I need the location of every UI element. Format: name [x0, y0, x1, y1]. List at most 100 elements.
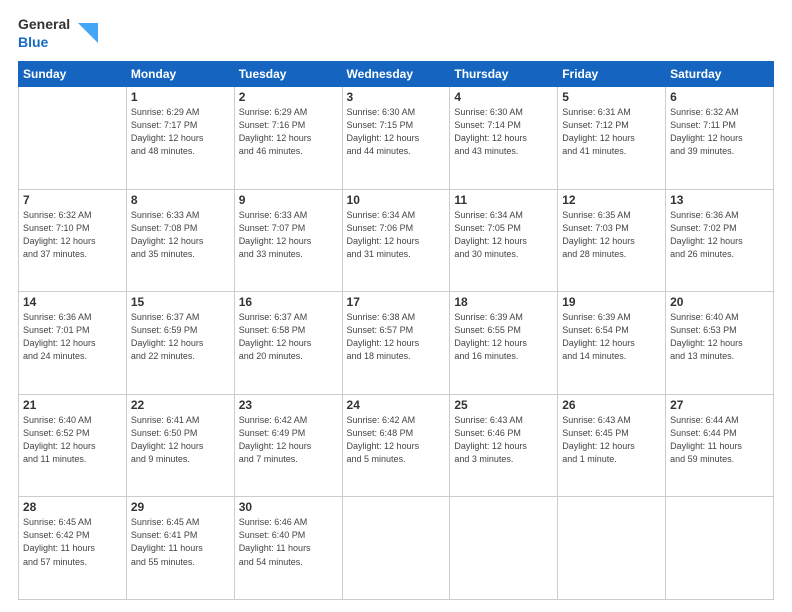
- weekday-header: Monday: [126, 62, 234, 87]
- day-info: Sunrise: 6:43 AM Sunset: 6:45 PM Dayligh…: [562, 414, 661, 466]
- calendar-cell: 22Sunrise: 6:41 AM Sunset: 6:50 PM Dayli…: [126, 394, 234, 497]
- day-number: 6: [670, 90, 769, 104]
- calendar-week-row: 28 Sunrise: 6:45 AM Sunset: 6:42 PM Dayli…: [19, 497, 774, 600]
- weekday-header: Sunday: [19, 62, 127, 87]
- logo-line1: General: [18, 16, 70, 34]
- day-number: 23: [239, 398, 338, 412]
- logo-line2: Blue: [18, 34, 48, 52]
- calendar-cell: 6 Sunrise: 6:32 AM Sunset: 7:11 PM Daylig…: [666, 87, 774, 190]
- header: General Blue: [18, 16, 774, 51]
- calendar-cell: 3 Sunrise: 6:30 AM Sunset: 7:15 PM Daylig…: [342, 87, 450, 190]
- calendar-cell: 24 Sunrise: 6:42 AM Sunset: 6:48 PM Dayli…: [342, 394, 450, 497]
- day-number: 27: [670, 398, 769, 412]
- calendar-table: SundayMondayTuesdayWednesdayThursdayFrid…: [18, 61, 774, 600]
- calendar-cell: [19, 87, 127, 190]
- calendar-cell: 4 Sunrise: 6:30 AM Sunset: 7:14 PM Daylig…: [450, 87, 558, 190]
- day-number: 14: [23, 295, 122, 309]
- day-info: Sunrise: 6:36 AM Sunset: 7:02 PM Dayligh…: [670, 209, 769, 261]
- calendar-cell: [450, 497, 558, 600]
- day-info: Sunrise: 6:40 AM Sunset: 6:52 PM Dayligh…: [23, 414, 122, 466]
- day-info: Sunrise: 6:45 AM Sunset: 6:42 PM Dayligh…: [23, 516, 122, 568]
- calendar-cell: 8 Sunrise: 6:33 AM Sunset: 7:08 PM Daylig…: [126, 189, 234, 292]
- day-number: 19: [562, 295, 661, 309]
- day-number: 11: [454, 193, 553, 207]
- calendar-cell: 27 Sunrise: 6:44 AM Sunset: 6:44 PM Dayli…: [666, 394, 774, 497]
- calendar-cell: 2 Sunrise: 6:29 AM Sunset: 7:16 PM Daylig…: [234, 87, 342, 190]
- day-info: Sunrise: 6:30 AM Sunset: 7:14 PM Dayligh…: [454, 106, 553, 158]
- day-info: Sunrise: 6:29 AM Sunset: 7:17 PM Dayligh…: [131, 106, 230, 158]
- calendar-cell: 13 Sunrise: 6:36 AM Sunset: 7:02 PM Dayli…: [666, 189, 774, 292]
- calendar-cell: 19 Sunrise: 6:39 AM Sunset: 6:54 PM Dayli…: [558, 292, 666, 395]
- day-info: Sunrise: 6:34 AM Sunset: 7:05 PM Dayligh…: [454, 209, 553, 261]
- day-number: 2: [239, 90, 338, 104]
- calendar-cell: 11 Sunrise: 6:34 AM Sunset: 7:05 PM Dayli…: [450, 189, 558, 292]
- calendar-cell: 16 Sunrise: 6:37 AM Sunset: 6:58 PM Dayli…: [234, 292, 342, 395]
- calendar-cell: [342, 497, 450, 600]
- calendar-cell: [666, 497, 774, 600]
- calendar-cell: 29Sunrise: 6:45 AM Sunset: 6:41 PM Dayli…: [126, 497, 234, 600]
- day-number: 20: [670, 295, 769, 309]
- day-number: 30: [239, 500, 338, 514]
- day-number: 28: [23, 500, 122, 514]
- weekday-header: Wednesday: [342, 62, 450, 87]
- weekday-header: Tuesday: [234, 62, 342, 87]
- day-info: Sunrise: 6:29 AM Sunset: 7:16 PM Dayligh…: [239, 106, 338, 158]
- calendar-header-row: SundayMondayTuesdayWednesdayThursdayFrid…: [19, 62, 774, 87]
- weekday-header: Thursday: [450, 62, 558, 87]
- day-number: 17: [347, 295, 446, 309]
- day-number: 5: [562, 90, 661, 104]
- day-number: 16: [239, 295, 338, 309]
- day-number: 8: [131, 193, 230, 207]
- day-number: 22: [131, 398, 230, 412]
- logo-triangle-icon: [78, 23, 98, 45]
- calendar-cell: 10 Sunrise: 6:34 AM Sunset: 7:06 PM Dayli…: [342, 189, 450, 292]
- calendar-cell: 1Sunrise: 6:29 AM Sunset: 7:17 PM Daylig…: [126, 87, 234, 190]
- day-info: Sunrise: 6:39 AM Sunset: 6:54 PM Dayligh…: [562, 311, 661, 363]
- day-number: 13: [670, 193, 769, 207]
- calendar-cell: 5 Sunrise: 6:31 AM Sunset: 7:12 PM Daylig…: [558, 87, 666, 190]
- calendar-cell: 15Sunrise: 6:37 AM Sunset: 6:59 PM Dayli…: [126, 292, 234, 395]
- day-info: Sunrise: 6:34 AM Sunset: 7:06 PM Dayligh…: [347, 209, 446, 261]
- logo: General Blue: [18, 16, 98, 51]
- calendar-week-row: 14 Sunrise: 6:36 AM Sunset: 7:01 PM Dayli…: [19, 292, 774, 395]
- day-number: 26: [562, 398, 661, 412]
- calendar-cell: [558, 497, 666, 600]
- day-info: Sunrise: 6:44 AM Sunset: 6:44 PM Dayligh…: [670, 414, 769, 466]
- day-info: Sunrise: 6:30 AM Sunset: 7:15 PM Dayligh…: [347, 106, 446, 158]
- calendar-cell: 23Sunrise: 6:42 AM Sunset: 6:49 PM Dayli…: [234, 394, 342, 497]
- day-number: 29: [131, 500, 230, 514]
- day-info: Sunrise: 6:32 AM Sunset: 7:11 PM Dayligh…: [670, 106, 769, 158]
- calendar-cell: 28 Sunrise: 6:45 AM Sunset: 6:42 PM Dayli…: [19, 497, 127, 600]
- day-number: 25: [454, 398, 553, 412]
- day-info: Sunrise: 6:33 AM Sunset: 7:07 PM Dayligh…: [239, 209, 338, 261]
- day-info: Sunrise: 6:35 AM Sunset: 7:03 PM Dayligh…: [562, 209, 661, 261]
- day-number: 4: [454, 90, 553, 104]
- day-info: Sunrise: 6:32 AM Sunset: 7:10 PM Dayligh…: [23, 209, 122, 261]
- calendar-cell: 18Sunrise: 6:39 AM Sunset: 6:55 PM Dayli…: [450, 292, 558, 395]
- day-number: 3: [347, 90, 446, 104]
- day-info: Sunrise: 6:46 AM Sunset: 6:40 PM Dayligh…: [239, 516, 338, 568]
- day-info: Sunrise: 6:36 AM Sunset: 7:01 PM Dayligh…: [23, 311, 122, 363]
- day-number: 21: [23, 398, 122, 412]
- weekday-header: Saturday: [666, 62, 774, 87]
- day-info: Sunrise: 6:43 AM Sunset: 6:46 PM Dayligh…: [454, 414, 553, 466]
- day-info: Sunrise: 6:42 AM Sunset: 6:48 PM Dayligh…: [347, 414, 446, 466]
- day-number: 7: [23, 193, 122, 207]
- day-number: 12: [562, 193, 661, 207]
- calendar-cell: 9 Sunrise: 6:33 AM Sunset: 7:07 PM Daylig…: [234, 189, 342, 292]
- calendar-cell: 7 Sunrise: 6:32 AM Sunset: 7:10 PM Daylig…: [19, 189, 127, 292]
- day-info: Sunrise: 6:37 AM Sunset: 6:58 PM Dayligh…: [239, 311, 338, 363]
- day-info: Sunrise: 6:33 AM Sunset: 7:08 PM Dayligh…: [131, 209, 230, 261]
- calendar-cell: 12 Sunrise: 6:35 AM Sunset: 7:03 PM Dayli…: [558, 189, 666, 292]
- day-number: 10: [347, 193, 446, 207]
- calendar-cell: 25 Sunrise: 6:43 AM Sunset: 6:46 PM Dayli…: [450, 394, 558, 497]
- calendar-week-row: 1Sunrise: 6:29 AM Sunset: 7:17 PM Daylig…: [19, 87, 774, 190]
- calendar-cell: 26 Sunrise: 6:43 AM Sunset: 6:45 PM Dayli…: [558, 394, 666, 497]
- day-info: Sunrise: 6:38 AM Sunset: 6:57 PM Dayligh…: [347, 311, 446, 363]
- day-info: Sunrise: 6:40 AM Sunset: 6:53 PM Dayligh…: [670, 311, 769, 363]
- day-number: 24: [347, 398, 446, 412]
- day-number: 9: [239, 193, 338, 207]
- calendar-week-row: 21 Sunrise: 6:40 AM Sunset: 6:52 PM Dayli…: [19, 394, 774, 497]
- day-info: Sunrise: 6:31 AM Sunset: 7:12 PM Dayligh…: [562, 106, 661, 158]
- calendar-week-row: 7 Sunrise: 6:32 AM Sunset: 7:10 PM Daylig…: [19, 189, 774, 292]
